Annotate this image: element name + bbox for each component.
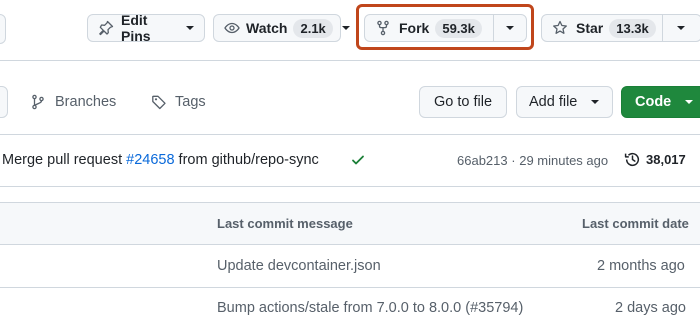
edit-pins-label: Edit Pins (121, 12, 151, 44)
tags-label: Tags (175, 94, 206, 110)
fork-button[interactable]: Fork 59.3k (364, 14, 494, 42)
star-count: 13.3k (609, 18, 656, 38)
commit-meta: 66ab213 · 29 minutes ago (457, 153, 608, 168)
fork-count: 59.3k (435, 18, 482, 38)
go-to-file-button[interactable]: Go to file (419, 86, 507, 118)
chevron-down-icon (506, 26, 514, 30)
tag-icon (151, 94, 167, 110)
watch-label: Watch (246, 20, 288, 36)
commit-message: Merge pull request #24658 from github/re… (2, 152, 319, 168)
table-row: Update devcontainer.json 2 months ago (0, 245, 700, 287)
commit-history-link[interactable]: 38,017 (624, 151, 686, 168)
commit-message-prefix: Merge pull request (2, 152, 123, 168)
branches-link[interactable]: Branches (30, 92, 116, 112)
add-file-label: Add file (529, 94, 578, 110)
header-last-commit-date: Last commit date (582, 216, 689, 231)
branch-select-partial[interactable] (0, 86, 8, 118)
fork-label: Fork (399, 20, 430, 36)
table-row: Bump actions/stale from 7.0.0 to 8.0.0 (… (0, 288, 700, 325)
star-button[interactable]: Star 13.3k (541, 14, 663, 42)
header-last-commit-message: Last commit message (217, 216, 353, 231)
go-to-file-label: Go to file (433, 94, 493, 110)
star-icon (552, 20, 568, 36)
chevron-down-icon (186, 26, 194, 30)
star-dropdown-button[interactable] (662, 14, 700, 42)
watch-button[interactable]: Watch 2.1k (213, 14, 350, 42)
commit-time: 29 minutes ago (519, 153, 609, 168)
pin-icon (98, 20, 114, 36)
toolbar-divider (0, 134, 700, 135)
row-commit-message[interactable]: Bump actions/stale from 7.0.0 to 8.0.0 (… (217, 300, 523, 316)
code-button[interactable]: Code (621, 86, 700, 118)
row-commit-date: 2 months ago (597, 258, 685, 274)
row-commit-message[interactable]: Update devcontainer.json (217, 258, 381, 274)
branches-label: Branches (55, 94, 117, 110)
commit-meta-separator: · (511, 153, 516, 168)
chevron-down-icon (591, 100, 600, 104)
chevron-down-icon (341, 26, 350, 30)
table-header-row: Last commit message Last commit date (0, 202, 700, 244)
chevron-down-icon (685, 100, 694, 104)
watch-count: 2.1k (293, 18, 333, 38)
repo-forked-icon (375, 20, 391, 36)
git-branch-icon (30, 94, 46, 110)
check-icon[interactable] (351, 153, 365, 167)
commit-count: 38,017 (646, 152, 686, 167)
pull-request-link[interactable]: #24658 (126, 152, 174, 168)
eye-icon (224, 20, 240, 36)
partial-button-edge (0, 14, 6, 44)
star-label: Star (576, 20, 604, 36)
code-label: Code (635, 94, 672, 110)
edit-pins-button[interactable]: Edit Pins (87, 12, 205, 44)
chevron-down-icon (677, 26, 685, 30)
commit-divider (0, 186, 700, 187)
commit-message-suffix: from github/repo-sync (178, 152, 319, 168)
row-commit-date: 2 days ago (615, 300, 686, 316)
header-divider (0, 60, 700, 61)
history-icon (624, 151, 641, 168)
commit-sha-link[interactable]: 66ab213 (457, 153, 508, 168)
add-file-button[interactable]: Add file (516, 86, 613, 118)
fork-dropdown-button[interactable] (493, 14, 527, 42)
tags-link[interactable]: Tags (151, 92, 206, 112)
